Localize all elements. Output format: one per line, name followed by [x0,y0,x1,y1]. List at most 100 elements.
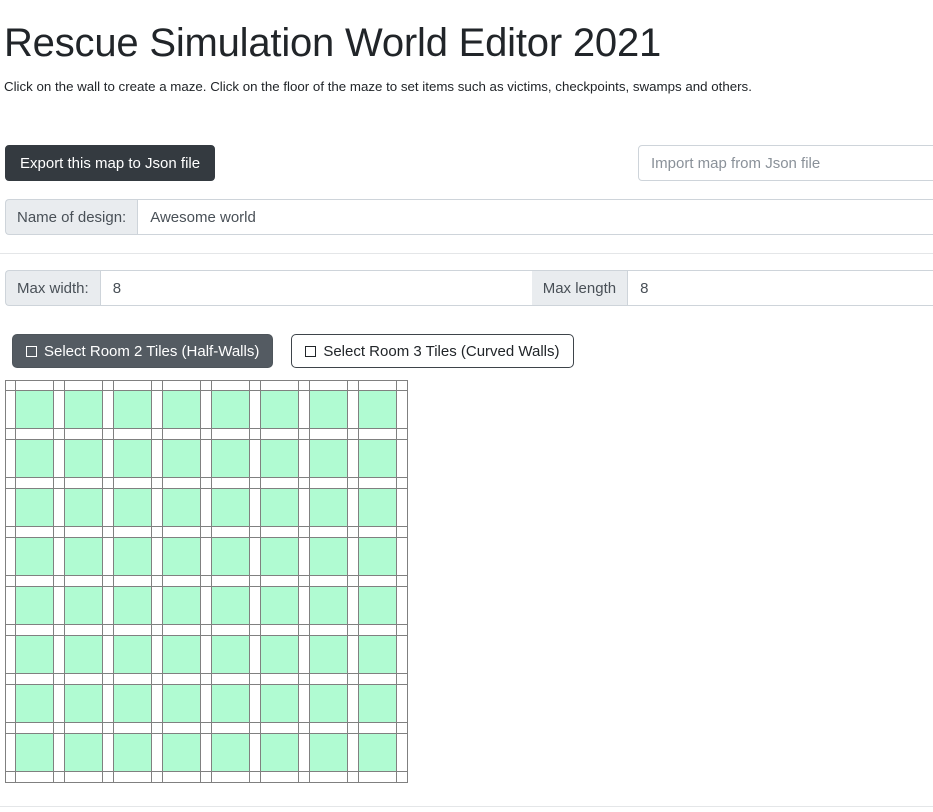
maze-wall-segment[interactable] [348,489,359,527]
maze-wall-segment[interactable] [348,734,359,772]
maze-corner-node[interactable] [103,723,114,734]
maze-wall-segment[interactable] [16,674,54,685]
maze-wall-segment[interactable] [5,587,16,625]
maze-floor-tile[interactable] [310,636,348,674]
maze-wall-segment[interactable] [359,772,397,783]
maze-corner-node[interactable] [201,429,212,440]
maze-corner-node[interactable] [5,380,16,391]
maze-corner-node[interactable] [348,527,359,538]
maze-floor-tile[interactable] [65,685,103,723]
maze-wall-segment[interactable] [212,674,250,685]
maze-wall-segment[interactable] [310,380,348,391]
maze-corner-node[interactable] [299,625,310,636]
maze-wall-segment[interactable] [65,380,103,391]
maze-wall-segment[interactable] [163,429,201,440]
maze-wall-segment[interactable] [261,772,299,783]
maze-wall-segment[interactable] [250,587,261,625]
maze-wall-segment[interactable] [114,527,152,538]
maze-wall-segment[interactable] [54,734,65,772]
maze-wall-segment[interactable] [310,674,348,685]
maze-floor-tile[interactable] [163,636,201,674]
maze-corner-node[interactable] [201,576,212,587]
maze-wall-segment[interactable] [359,478,397,489]
max-length-input[interactable] [627,270,933,306]
maze-wall-segment[interactable] [54,636,65,674]
maze-floor-tile[interactable] [261,685,299,723]
maze-floor-tile[interactable] [114,734,152,772]
maze-floor-tile[interactable] [261,587,299,625]
maze-corner-node[interactable] [152,772,163,783]
maze-wall-segment[interactable] [201,685,212,723]
maze-corner-node[interactable] [5,625,16,636]
maze-wall-segment[interactable] [299,636,310,674]
maze-corner-node[interactable] [5,674,16,685]
maze-floor-tile[interactable] [65,538,103,576]
maze-wall-segment[interactable] [114,625,152,636]
maze-wall-segment[interactable] [359,674,397,685]
maze-wall-segment[interactable] [103,636,114,674]
maze-corner-node[interactable] [103,625,114,636]
maze-floor-tile[interactable] [163,538,201,576]
maze-wall-segment[interactable] [54,538,65,576]
maze-corner-node[interactable] [348,674,359,685]
maze-wall-segment[interactable] [299,440,310,478]
select-room-3-tiles-button[interactable]: Select Room 3 Tiles (Curved Walls) [291,334,573,368]
maze-floor-tile[interactable] [359,685,397,723]
maze-corner-node[interactable] [397,723,408,734]
maze-corner-node[interactable] [397,625,408,636]
maze-wall-segment[interactable] [201,587,212,625]
maze-floor-tile[interactable] [212,440,250,478]
maze-corner-node[interactable] [299,478,310,489]
maze-wall-segment[interactable] [397,734,408,772]
maze-wall-segment[interactable] [5,734,16,772]
maze-corner-node[interactable] [201,478,212,489]
select-room-2-tiles-button[interactable]: Select Room 2 Tiles (Half-Walls) [12,334,273,368]
maze-corner-node[interactable] [397,674,408,685]
maze-wall-segment[interactable] [299,685,310,723]
maze-wall-segment[interactable] [397,440,408,478]
maze-corner-node[interactable] [250,723,261,734]
maze-floor-tile[interactable] [261,636,299,674]
maze-floor-tile[interactable] [359,636,397,674]
maze-corner-node[interactable] [54,625,65,636]
maze-corner-node[interactable] [54,429,65,440]
maze-wall-segment[interactable] [103,489,114,527]
maze-wall-segment[interactable] [65,625,103,636]
maze-corner-node[interactable] [201,772,212,783]
maze-wall-segment[interactable] [359,723,397,734]
maze-corner-node[interactable] [250,576,261,587]
maze-floor-tile[interactable] [261,489,299,527]
maze-wall-segment[interactable] [152,489,163,527]
maze-floor-tile[interactable] [212,587,250,625]
maze-wall-segment[interactable] [250,734,261,772]
maze-wall-segment[interactable] [163,576,201,587]
maze-corner-node[interactable] [54,674,65,685]
maze-wall-segment[interactable] [16,478,54,489]
maze-corner-node[interactable] [152,380,163,391]
maze-wall-segment[interactable] [310,429,348,440]
maze-wall-segment[interactable] [261,723,299,734]
maze-floor-tile[interactable] [16,391,54,429]
maze-wall-segment[interactable] [114,478,152,489]
maze-wall-segment[interactable] [114,723,152,734]
maze-wall-segment[interactable] [163,625,201,636]
maze-wall-segment[interactable] [212,576,250,587]
maze-wall-segment[interactable] [5,636,16,674]
maze-floor-tile[interactable] [359,391,397,429]
maze-wall-segment[interactable] [310,527,348,538]
maze-wall-segment[interactable] [348,685,359,723]
maze-wall-segment[interactable] [5,391,16,429]
maze-floor-tile[interactable] [16,685,54,723]
maze-wall-segment[interactable] [250,489,261,527]
maze-corner-node[interactable] [299,772,310,783]
maze-corner-node[interactable] [5,723,16,734]
maze-floor-tile[interactable] [16,538,54,576]
maze-floor-tile[interactable] [261,734,299,772]
maze-corner-node[interactable] [299,429,310,440]
maze-corner-node[interactable] [250,674,261,685]
maze-corner-node[interactable] [152,576,163,587]
maze-wall-segment[interactable] [152,587,163,625]
maze-wall-segment[interactable] [16,527,54,538]
maze-corner-node[interactable] [54,478,65,489]
maze-floor-tile[interactable] [65,734,103,772]
